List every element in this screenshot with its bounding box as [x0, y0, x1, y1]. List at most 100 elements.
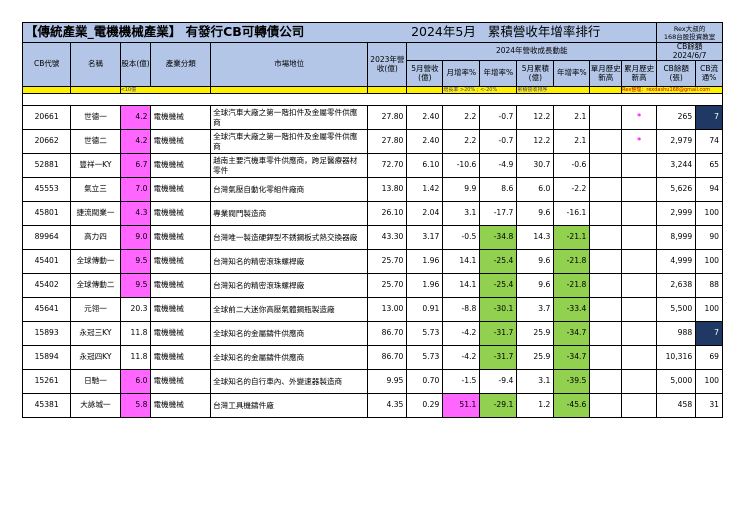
yoy-cell: -29.1	[479, 393, 518, 419]
capital-cell: 4.3	[119, 201, 152, 227]
capital-cell: 7.0	[119, 177, 152, 203]
industry-cell: 電機機械	[150, 321, 212, 347]
may-rev-cell: 0.70	[406, 369, 444, 395]
cum-high-cell	[621, 177, 658, 203]
author-credit: Rex大叔的 168台股投資教室	[656, 22, 723, 43]
col-cb-code: CB代號	[21, 41, 72, 88]
month-high-cell	[589, 369, 623, 395]
table-row: 15261 日馳一 6.0 電機機械 全球知名的自行車內、外變速器製造商 9.95 0.70…	[21, 369, 723, 395]
yoy-cell: -31.7	[479, 345, 518, 371]
month-high-cell	[589, 273, 623, 299]
col-group-growth: 2024年營收成長動能	[406, 41, 658, 62]
col-cum-yoy: 年增率%	[553, 60, 591, 88]
cum-cell: 25.9	[516, 345, 555, 371]
cum-cell: 1.2	[516, 393, 555, 419]
col-group-cb: CB餘額 2024/6/7	[656, 41, 723, 62]
name-cell: 高力四	[70, 225, 121, 251]
col-yoy: 年增率%	[479, 60, 518, 88]
cum-cell: 3.7	[516, 297, 555, 323]
month-high-cell	[589, 297, 623, 323]
month-high-cell	[589, 201, 623, 227]
cum-yoy-cell: 2.1	[553, 105, 591, 131]
cb-code-cell: 15893	[21, 321, 72, 347]
table-row: 45641 元翎一 20.3 電機機械 全球前二大迷你高壓氣體鋼瓶製造廠 13.00 0.9…	[21, 297, 723, 323]
capital-cell: 9.5	[119, 273, 152, 299]
capital-legend: <10億	[119, 86, 212, 94]
may-rev-cell: 0.29	[406, 393, 444, 419]
rev2023-cell: 25.70	[367, 249, 408, 275]
cb-amount-cell: 5,500	[656, 297, 697, 323]
yoy-cell: -9.4	[479, 369, 518, 395]
cb-code-cell: 45641	[21, 297, 72, 323]
industry-cell: 電機機械	[150, 393, 212, 419]
may-rev-cell: 1.96	[406, 249, 444, 275]
rev2023-cell: 27.80	[367, 129, 408, 155]
cum-yoy-cell: -39.5	[553, 369, 591, 395]
month-high-cell	[589, 105, 623, 131]
cb-ratio-cell: 100	[695, 201, 723, 227]
cum-yoy-cell: -21.8	[553, 273, 591, 299]
capital-cell: 20.3	[119, 297, 152, 323]
cum-high-cell	[621, 225, 658, 251]
month-high-cell	[589, 345, 623, 371]
may-rev-cell: 2.40	[406, 105, 444, 131]
cum-yoy-cell: -2.2	[553, 177, 591, 203]
rev2023-cell: 13.00	[367, 297, 408, 323]
table-row: 52881 豐祥一KY 6.7 電機機械 越南主要汽機車零件供應商，跨足醫療器材零件 72…	[21, 153, 723, 179]
col-may-cum: 5月累積(億)	[516, 60, 555, 88]
growth-legend: 增長率 >20% ; <-20%	[442, 86, 518, 94]
yoy-cell: -0.7	[479, 129, 518, 155]
cum-high-cell	[621, 393, 658, 419]
capital-cell: 4.2	[119, 105, 152, 131]
cum-yoy-cell: -21.1	[553, 225, 591, 251]
title-row: 【傳統產業_電機機械產業】 有發行CB可轉債公司 2024年5月 累積營收年增率…	[21, 22, 723, 43]
mom-cell: -10.6	[442, 153, 481, 179]
position-cell: 全球知名的金屬鑄件供應商	[210, 345, 369, 371]
name-cell: 捷流閥業一	[70, 201, 121, 227]
cum-yoy-cell: -45.6	[553, 393, 591, 419]
industry-cell: 電機機械	[150, 129, 212, 155]
position-cell: 台灣工具機鑄件廠	[210, 393, 369, 419]
cum-sort-legend: 累積營收排序	[516, 86, 591, 94]
cb-amount-cell: 2,999	[656, 201, 697, 227]
rev2023-cell: 86.70	[367, 321, 408, 347]
rev2023-cell: 13.80	[367, 177, 408, 203]
position-cell: 台灣唯一製造硬銲型不銹鋼板式熱交換器廠	[210, 225, 369, 251]
name-cell: 世德一	[70, 105, 121, 131]
mom-cell: 2.2	[442, 105, 481, 131]
cb-code-cell: 45553	[21, 177, 72, 203]
contact-email: Rex整理：rexdashu168@gmail.com	[621, 86, 723, 94]
cum-cell: 3.1	[516, 369, 555, 395]
may-rev-cell: 2.40	[406, 129, 444, 155]
cum-yoy-cell: 2.1	[553, 129, 591, 155]
spacer-row	[21, 93, 723, 107]
name-cell: 全球傳動二	[70, 273, 121, 299]
name-cell: 豐祥一KY	[70, 153, 121, 179]
name-cell: 永冠三KY	[70, 321, 121, 347]
yoy-cell: -25.4	[479, 273, 518, 299]
cum-cell: 12.2	[516, 129, 555, 155]
month-high-cell	[589, 321, 623, 347]
yoy-cell: -31.7	[479, 321, 518, 347]
cb-code-cell: 20662	[21, 129, 72, 155]
table-row: 45401 全球傳動一 9.5 電機機械 台灣知名的精密滾珠螺桿廠 25.70 1.96 14…	[21, 249, 723, 275]
cum-high-cell	[621, 345, 658, 371]
cb-amount-cell: 4,999	[656, 249, 697, 275]
name-cell: 氣立三	[70, 177, 121, 203]
name-cell: 大詠城一	[70, 393, 121, 419]
rev2023-cell: 25.70	[367, 273, 408, 299]
cum-high-cell	[621, 369, 658, 395]
cum-high-cell	[621, 297, 658, 323]
capital-cell: 6.7	[119, 153, 152, 179]
cb-ratio-cell: 100	[695, 369, 723, 395]
yoy-cell: -0.7	[479, 105, 518, 131]
name-cell: 元翎一	[70, 297, 121, 323]
cum-cell: 25.9	[516, 321, 555, 347]
may-rev-cell: 0.91	[406, 297, 444, 323]
rev2023-cell: 27.80	[367, 105, 408, 131]
cum-cell: 14.3	[516, 225, 555, 251]
capital-cell: 9.0	[119, 225, 152, 251]
may-rev-cell: 1.42	[406, 177, 444, 203]
cb-amount-cell: 8,999	[656, 225, 697, 251]
table-row: 20662 世德二 4.2 電機機械 全球汽車大廠之第一階扣件及金屬零件供應商 27.80…	[21, 129, 723, 155]
